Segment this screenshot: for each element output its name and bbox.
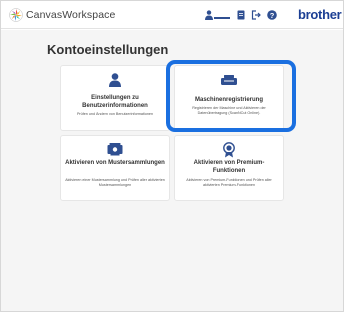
logout-icon[interactable] bbox=[251, 10, 261, 20]
page-title: Kontoeinstellungen bbox=[47, 42, 169, 57]
card-user-settings[interactable]: Einstellungen zu Benutzerinformationen P… bbox=[60, 65, 170, 131]
card-title: Aktivieren von Premium-Funktionen bbox=[193, 160, 265, 174]
premium-badge-icon bbox=[223, 142, 235, 158]
card-pattern-collections[interactable]: Aktivieren von Mustersammlungen Aktivier… bbox=[60, 135, 170, 201]
highlight-frame bbox=[166, 60, 296, 132]
user-name-placeholder[interactable] bbox=[214, 17, 230, 19]
card-description: Prüfen und Ändern von Benutzerinformatio… bbox=[76, 112, 154, 116]
svg-text:?: ? bbox=[270, 11, 275, 20]
pattern-collection-icon bbox=[107, 143, 123, 156]
card-title: Einstellungen zu Benutzerinformationen bbox=[82, 95, 148, 109]
app-header: CanvasWorkspace ? brother bbox=[1, 1, 343, 29]
user-icon bbox=[109, 73, 121, 87]
card-title: Aktivieren von Mustersammlungen bbox=[65, 160, 165, 166]
user-icon[interactable] bbox=[205, 10, 213, 20]
card-description: Aktivieren einer Mustersammlung und Prüf… bbox=[65, 178, 165, 187]
card-description: Aktivieren von Premium-Funktionen und Pr… bbox=[186, 178, 272, 187]
canvasworkspace-logo-icon[interactable] bbox=[9, 8, 23, 22]
brother-logo[interactable]: brother bbox=[298, 7, 342, 22]
card-premium-features[interactable]: Aktivieren von Premium-Funktionen Aktivi… bbox=[174, 135, 284, 201]
app-title: CanvasWorkspace bbox=[26, 9, 116, 21]
help-icon[interactable]: ? bbox=[267, 10, 277, 20]
document-icon[interactable] bbox=[236, 10, 246, 20]
